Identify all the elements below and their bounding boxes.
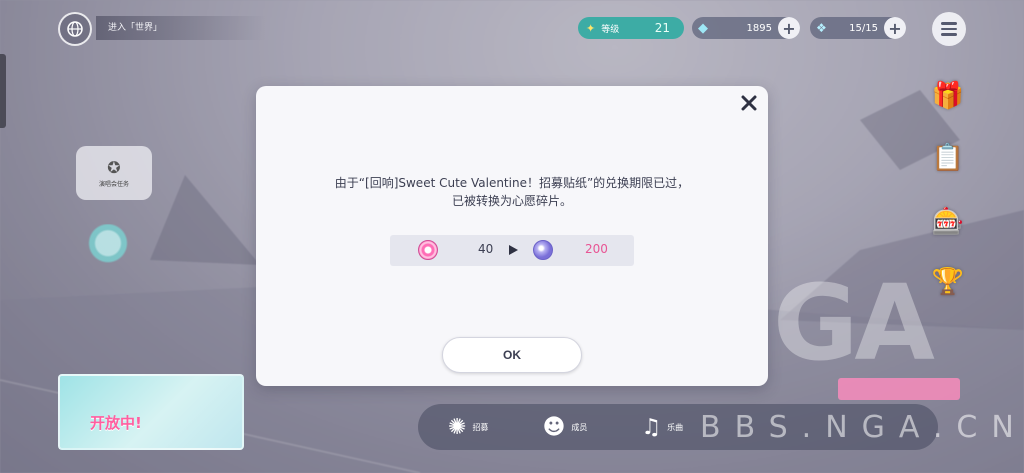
add-gems-button[interactable]: + [778, 17, 800, 39]
nav-recruit-label: 招募 [472, 422, 489, 432]
level-label: 等级 [601, 24, 620, 35]
exchange-from-quantity: 40 [478, 242, 494, 256]
side-event-label: 演唱会任务 [98, 181, 129, 188]
add-stamina-button[interactable]: + [884, 17, 906, 39]
stamina-icon: ❖ [816, 21, 827, 35]
pink-disc-icon [418, 240, 438, 260]
level-pill[interactable]: ✦ 等级 21 [578, 17, 684, 39]
close-button[interactable] [738, 92, 760, 114]
level-star-icon: ✦ [586, 21, 596, 35]
members-icon: ☻ [542, 414, 566, 440]
gems-pill[interactable]: ◆ 1895 + [692, 17, 800, 39]
event-banner[interactable]: 开放中! [58, 374, 244, 450]
ok-button[interactable]: OK [442, 337, 582, 373]
gems-value: 1895 [746, 22, 772, 34]
event-badge-icon: ✪ [107, 158, 121, 177]
globe-icon [67, 21, 83, 37]
exchange-to-quantity: 200 [585, 242, 608, 256]
hamburger-line [941, 22, 957, 25]
plus-icon: + [888, 18, 902, 38]
recruit-icon: ✺ [448, 414, 467, 440]
hamburger-line [941, 33, 957, 36]
character-sprite[interactable] [84, 224, 132, 272]
location-label[interactable]: 进入「世界」 [96, 16, 266, 40]
exchange-row: 40 200 [390, 235, 634, 266]
nav-recruit[interactable]: ✺ 招募 [448, 415, 488, 440]
stamina-value: 15/15 [849, 22, 878, 34]
message-line-1: 由于“[回响]Sweet Cute Valentine！招募贴纸”的兑换期限已过… [334, 176, 690, 190]
dialog-message: 由于“[回响]Sweet Cute Valentine！招募贴纸”的兑换期限已过… [276, 174, 748, 210]
close-icon [741, 95, 757, 111]
world-globe-button[interactable] [58, 12, 92, 46]
mission-list-icon[interactable]: 📋 [928, 140, 968, 176]
nav-songs-label: 乐曲 [667, 422, 684, 432]
left-edge-tab[interactable] [0, 54, 6, 128]
expiry-conversion-dialog: 由于“[回响]Sweet Cute Valentine！招募贴纸”的兑换期限已过… [256, 86, 768, 386]
gem-icon: ◆ [698, 20, 708, 36]
main-menu-button[interactable] [932, 12, 966, 46]
banner-title: 开放中! [90, 414, 142, 432]
side-event-button[interactable]: ✪ 演唱会任务 [76, 146, 152, 200]
trophy-icon[interactable]: 🏆 [928, 264, 968, 300]
nav-members-label: 成员 [571, 422, 588, 432]
purple-shard-icon [533, 240, 553, 260]
level-value: 21 [654, 21, 670, 35]
play-arrow-icon [509, 245, 518, 255]
nav-members[interactable]: ☻ 成员 [542, 415, 587, 440]
nav-songs[interactable]: ♫ 乐曲 [641, 415, 683, 440]
hamburger-line [941, 27, 957, 31]
music-note-icon: ♫ [641, 414, 662, 440]
message-line-2: 已被转换为心愿碎片。 [451, 194, 572, 208]
gacha-machine-icon[interactable]: 🎰 [928, 204, 968, 240]
gift-icon[interactable]: 🎁 [928, 78, 968, 114]
watermark-text: BBS.NGA.CN [700, 410, 1024, 445]
plus-icon: + [782, 18, 796, 38]
stamina-pill[interactable]: ❖ 15/15 + [810, 17, 906, 39]
